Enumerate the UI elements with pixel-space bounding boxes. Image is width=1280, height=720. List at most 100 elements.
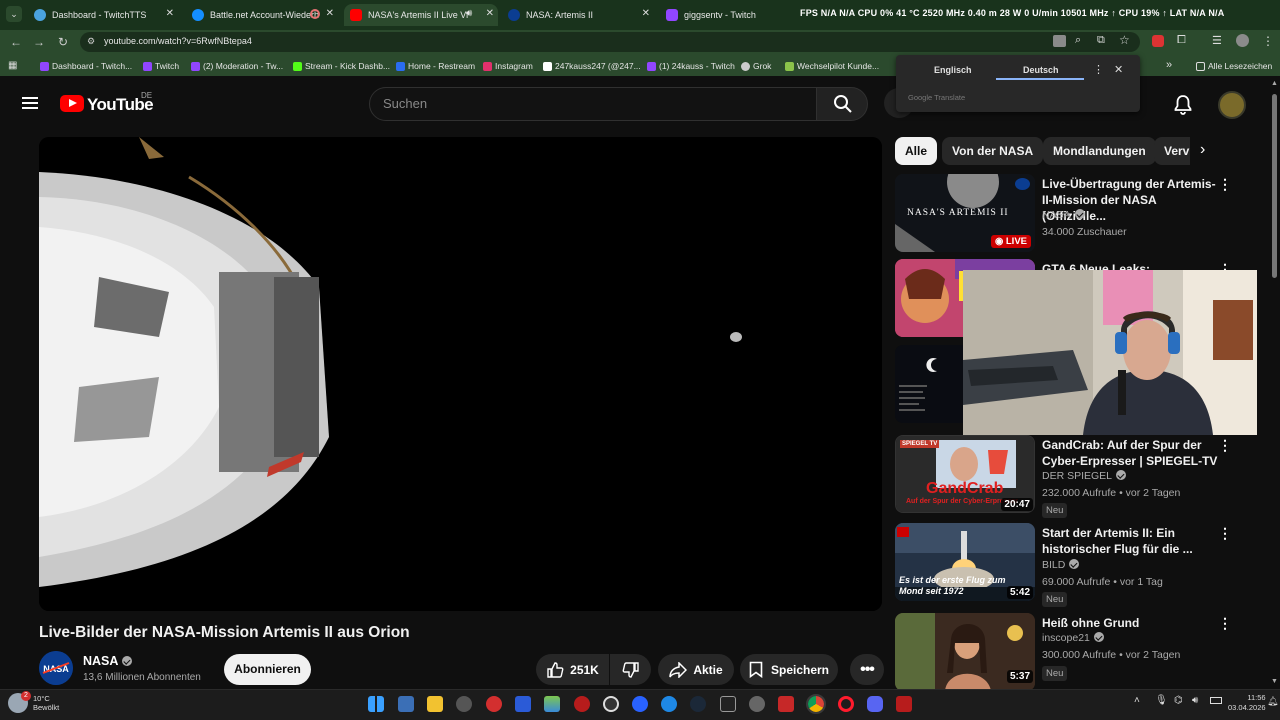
opera-icon[interactable] [838,696,854,712]
tab-dashboard-twitchtts[interactable]: Dashboard - TwitchTTS ✕ [28,4,178,26]
settings-icon[interactable] [749,696,765,712]
site-info-icon[interactable]: ⚙ [87,36,95,47]
app-blue-icon[interactable] [632,696,648,712]
more-vertical-icon[interactable]: ⋮ [1218,176,1232,193]
channel-avatar[interactable]: NASA [39,651,73,685]
menu-icon[interactable] [22,97,38,109]
more-actions-button[interactable]: ••• [850,654,884,685]
chip-von-der-nasa[interactable]: Von der NASA [942,137,1044,165]
reading-list-icon[interactable]: ☰ [1212,34,1222,47]
bookmark-item[interactable]: Grok [741,61,771,71]
recommendation-item[interactable]: SPIEGEL TV GandCrab Auf der Spur der Cyb… [895,435,1265,518]
close-icon[interactable]: ✕ [1114,63,1123,76]
scrollbar-thumb[interactable] [1272,94,1277,278]
bluestacks-icon[interactable] [544,696,560,712]
more-vertical-icon[interactable]: ⋮ [1218,525,1232,542]
bookmark-item[interactable]: Dashboard - Twitch... [40,61,132,71]
video-title[interactable]: Start der Artemis II: Ein historischer F… [1042,525,1222,557]
channel-name[interactable]: NASA [1042,209,1085,221]
channel-name[interactable]: NASA [83,654,133,668]
bookmark-item[interactable]: (1) 24kauss - Twitch [647,61,735,71]
battery-icon[interactable] [1210,697,1222,704]
recommendation-item[interactable]: Es ist der erste Flug zum Mond seit 1972… [895,523,1265,607]
tab-giggsentv[interactable]: giggsentv - Twitch [660,4,794,26]
chrome-icon[interactable] [806,694,826,714]
recorder-icon[interactable] [574,696,590,712]
youtube-logo-icon[interactable] [60,95,84,112]
discord-icon[interactable] [867,696,883,712]
video-title[interactable]: Heiß ohne Grund [1042,615,1222,631]
save-button[interactable]: Speichern [740,654,838,685]
steam-icon[interactable] [690,696,706,712]
channel-name[interactable]: inscope21 [1042,632,1104,644]
close-tab-icon[interactable]: ✕ [326,8,334,19]
zoom-icon[interactable]: ⌕ [1075,34,1081,47]
streamer-tool-icon[interactable] [896,696,912,712]
forward-icon[interactable]: → [33,35,45,49]
more-vertical-icon[interactable]: ⋮ [1218,437,1232,454]
back-icon[interactable]: ← [10,35,22,49]
close-tab-icon[interactable]: ✕ [642,8,650,19]
vpn-icon[interactable] [515,696,531,712]
reload-icon[interactable]: ↻ [58,35,68,49]
mic-icon[interactable]: 🎙︎ [1155,695,1168,706]
file-explorer-icon[interactable] [427,696,443,712]
extensions-icon[interactable]: ⧠ [1177,34,1186,47]
search-button[interactable] [816,87,868,121]
bookmark-item[interactable]: (2) Moderation - Tw... [191,61,283,71]
video-thumbnail[interactable]: NASA'S ARTEMIS II ◉ LIVE [895,174,1035,252]
url-text[interactable]: youtube.com/watch?v=6RwfNBtepa4 [104,36,252,46]
more-options-icon[interactable]: ⋮ [1093,63,1104,76]
steam-alt-icon[interactable] [661,696,677,712]
close-tab-icon[interactable]: ✕ [486,8,494,19]
bookmark-item[interactable]: Wechselpilot Kunde... [785,61,879,71]
chip-verwandt[interactable]: Verv [1154,137,1190,165]
tab-search-button[interactable]: ⌄ [6,6,22,22]
channel-name[interactable]: BILD [1042,559,1080,571]
bookmark-item[interactable]: Stream - Kick Dashb... [293,61,390,71]
mouse-app-icon[interactable] [456,696,472,712]
close-tab-icon[interactable]: ✕ [166,8,174,19]
install-icon[interactable]: ⧉ [1097,34,1105,47]
chevron-right-icon[interactable]: › [1200,141,1205,159]
game-app-icon[interactable] [720,696,736,712]
red-app-icon[interactable] [486,696,502,712]
channel-name[interactable]: DER SPIEGEL [1042,470,1127,482]
network-icon[interactable]: ⌬ [1174,695,1183,706]
volume-icon[interactable]: 🔊︎ [1192,695,1198,706]
video-player[interactable] [39,137,882,611]
tab-battlenet[interactable]: Battle.net Account-Wiederh ✕ [186,4,338,26]
bookmark-item[interactable]: Instagram [483,61,533,71]
scroll-down-icon[interactable]: ▼ [1271,678,1278,685]
like-button[interactable]: 251K [536,654,609,685]
tray-overflow-icon[interactable]: ˄ [1134,695,1140,706]
apps-grid-icon[interactable]: ▦ [8,60,17,71]
calculator-icon[interactable] [398,696,414,712]
translate-target-lang[interactable]: Deutsch [1023,65,1059,75]
bell-icon[interactable] [1174,95,1192,115]
system-clock[interactable]: 11:56 03.04.2026 [1228,693,1266,713]
weather-widget[interactable]: 10°C Bewölkt [33,694,59,712]
avatar[interactable] [1218,91,1246,119]
translate-icon[interactable] [1053,35,1066,47]
obs-icon[interactable] [603,696,619,712]
video-title[interactable]: GandCrab: Auf der Spur der Cyber-Erpress… [1042,437,1222,469]
subscribe-button[interactable]: Abonnieren [224,654,311,685]
chip-alle[interactable]: Alle [895,137,938,165]
extension-red-icon[interactable] [1152,35,1164,47]
speaker-icon[interactable]: 🔊︎ [466,8,472,19]
recommendation-item[interactable]: 5:37 Heiß ohne Grund inscope21 300.000 A… [895,613,1265,691]
tab-nasa-artemis[interactable]: NASA: Artemis II ✕ [502,4,654,26]
all-bookmarks[interactable]: Alle Lesezeichen [1196,61,1272,71]
streamer-app-icon[interactable] [778,696,794,712]
notifications-icon[interactable]: 🔔︎ [1267,696,1278,707]
windows-start-icon[interactable] [368,696,384,712]
dislike-button[interactable] [610,654,651,685]
scroll-up-icon[interactable]: ▲ [1271,80,1278,87]
chip-mondlandungen[interactable]: Mondlandungen [1043,137,1156,165]
more-vertical-icon[interactable]: ⋮ [1218,615,1232,632]
recommendation-item[interactable]: NASA'S ARTEMIS II ◉ LIVE Live-Übertragun… [895,174,1265,254]
bookmark-item[interactable]: 247kauss247 (@247... [543,61,641,71]
tab-nasa-artemis-live[interactable]: NASA's Artemis II Live View 🔊︎ ✕ [344,4,498,26]
more-bookmarks-icon[interactable]: » [1166,59,1172,71]
